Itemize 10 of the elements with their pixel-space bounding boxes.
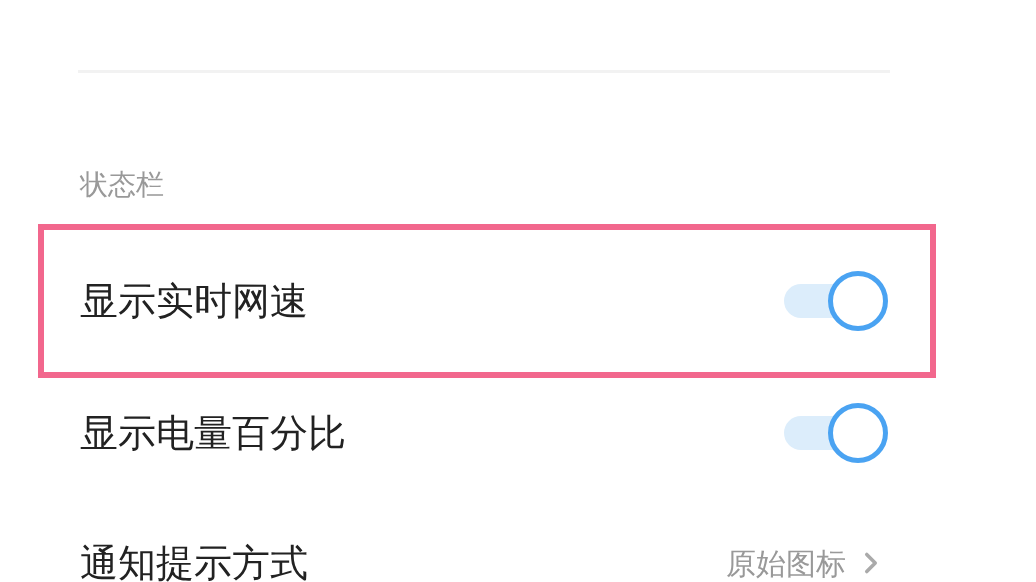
settings-row[interactable]: 显示电量百分比: [38, 378, 936, 488]
setting-label: 显示电量百分比: [80, 411, 346, 455]
setting-value: 原始图标: [726, 544, 846, 582]
setting-label: 通知提示方式: [80, 541, 308, 582]
setting-label: 显示实时网速: [80, 279, 308, 323]
section-title: 状态栏: [80, 169, 165, 201]
toggle-switch[interactable]: [784, 403, 888, 463]
highlighted-settings-row[interactable]: 显示实时网速: [38, 224, 936, 378]
toggle-switch[interactable]: [784, 271, 888, 331]
settings-row[interactable]: 通知提示方式 原始图标: [38, 488, 936, 582]
